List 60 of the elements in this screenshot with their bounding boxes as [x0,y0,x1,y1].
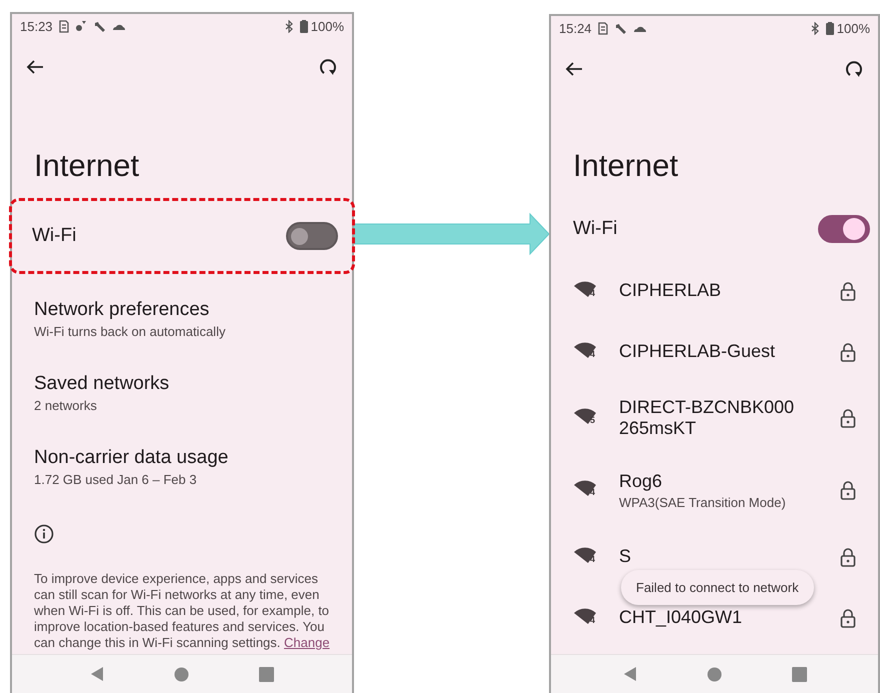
wifi-label: Wi-Fi [32,225,76,247]
info-icon [34,524,54,544]
home-nav-icon[interactable] [174,666,189,682]
wifi-signal-icon [573,340,597,360]
status-time: 15:23 [20,18,53,34]
battery-percentage: 100% [310,18,344,34]
wifi-standard-label: 5 [590,415,596,425]
battery-icon [300,20,308,32]
lock-icon [840,342,856,362]
network-name[interactable]: Rog6 [619,470,809,492]
change-link[interactable]: Change [284,635,330,650]
lock-icon [840,480,856,500]
status-time: 15:24 [559,20,592,36]
wifi-signal-icon [573,407,597,427]
network-name[interactable]: CHT_I040GW1 [619,607,809,628]
wrench-icon [92,20,106,32]
back-arrow-icon[interactable] [565,61,583,77]
sim-card-icon [598,22,608,34]
page-title: Internet [34,148,140,185]
settings-item[interactable]: Saved networks 2 networks [12,356,352,430]
wifi-toggle[interactable] [286,222,338,250]
wrench-icon [614,22,627,34]
info-paragraph: To improve device experience, apps and services can still scan for Wi-Fi networks at any time, even when Wi-Fi is off. This can be used, for example, to improve location-based features and services. You can change this in Wi-Fi scanning settings. Change [34,571,330,651]
reset-icon[interactable] [844,59,864,79]
network-name[interactable]: CIPHERLAB-Guest [619,341,809,362]
lock-icon [840,546,856,566]
wifi-standard-label: 4 [590,288,596,298]
network-security: WPA3(SAE Transition Mode) [619,494,787,510]
back-nav-icon[interactable] [90,666,104,682]
wifi-standard-label: 4 [590,487,596,497]
bluetooth-icon [284,20,294,32]
lock-icon [840,408,856,428]
toast-message: Failed to connect to network [621,570,814,605]
network-name[interactable]: S [619,546,809,567]
wifi-label: Wi-Fi [573,218,618,240]
sim-card-icon [58,20,69,32]
battery-percentage: 100% [836,20,870,36]
settings-item[interactable]: Network preferences Wi-Fi turns back on automatically [12,282,352,356]
wifi-signal-icon [573,606,597,626]
battery-icon [826,22,834,34]
network-name[interactable]: CIPHERLAB [619,280,809,301]
bluetooth-icon [810,22,820,34]
wifi-standard-label: 4 [590,348,596,358]
wifi-signal-icon [573,546,597,566]
network-name[interactable]: DIRECT-BZCNBK000 265msKT [619,397,809,439]
recents-nav-icon[interactable] [259,666,274,682]
recents-nav-icon[interactable] [792,666,806,682]
back-arrow-icon[interactable] [26,59,44,75]
wifi-standard-label: 4 [590,554,596,564]
back-nav-icon[interactable] [622,666,636,682]
wifi-standard-label: 4 [590,614,596,624]
wifi-signal-icon [573,280,597,300]
lock-icon [840,280,856,300]
home-nav-icon[interactable] [706,666,722,682]
page-title: Internet [573,148,680,185]
wifi-signal-icon [573,479,597,499]
wifi-toggle[interactable] [818,215,870,243]
settings-item[interactable]: Non-carrier data usage 1.72 GB used Jan 6 – Feb 3 [12,430,352,504]
reset-icon[interactable] [318,57,338,77]
lock-icon [840,608,856,628]
